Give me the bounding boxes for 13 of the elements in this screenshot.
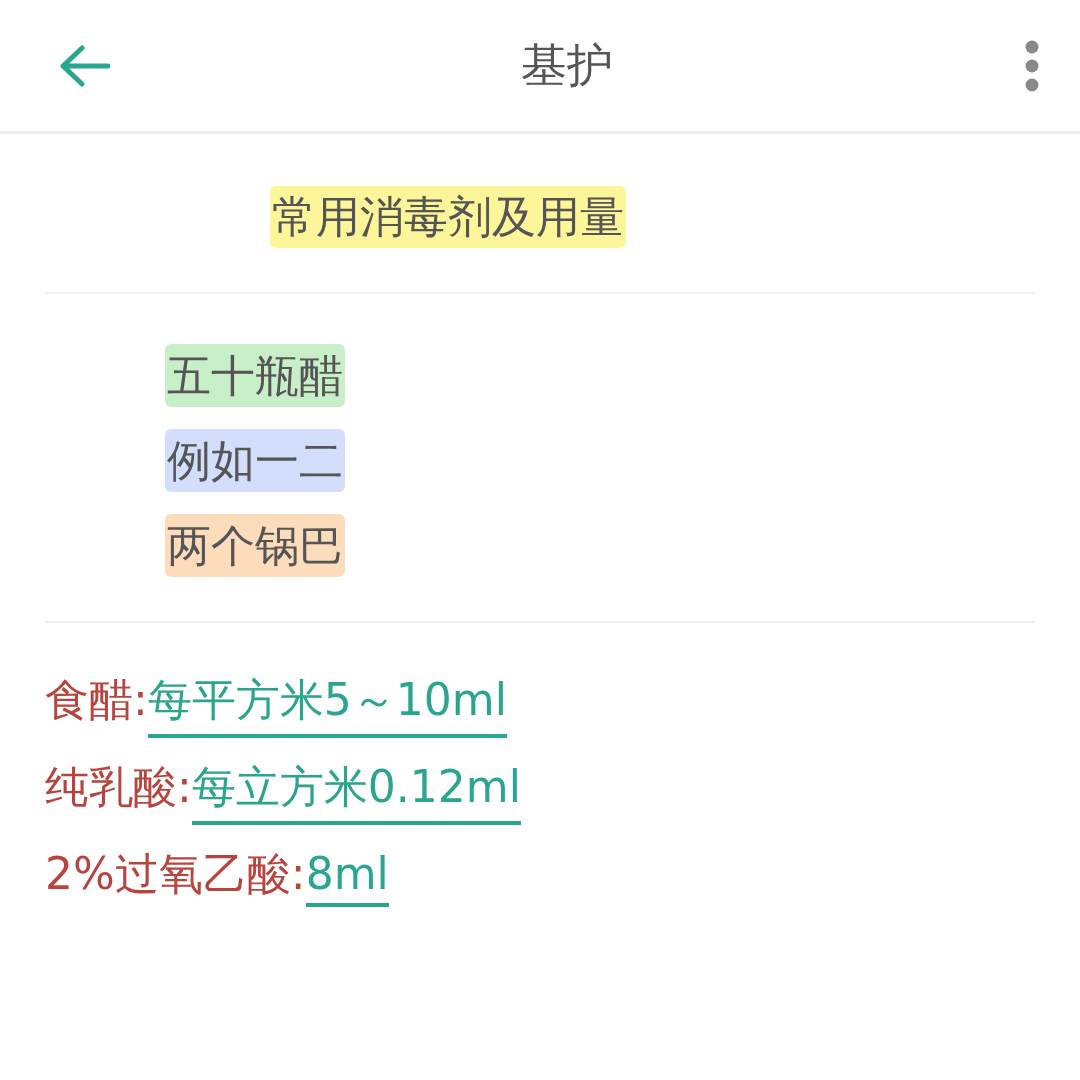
dosage-value: 8ml: [305, 848, 389, 907]
back-arrow-icon[interactable]: [58, 43, 110, 88]
disinfectant-name: 纯乳酸:: [45, 760, 192, 814]
highlighted-text: 五十瓶醋: [165, 344, 345, 407]
dosage-value: 每平方米5～10ml: [147, 671, 507, 738]
highlighted-text: 两个锅巴: [165, 514, 345, 577]
disinfectant-name: 食醋:: [45, 673, 148, 727]
disinfectant-name: 2%过氧乙酸:: [45, 847, 306, 901]
highlighted-text: 例如一二: [165, 429, 345, 492]
more-menu-icon[interactable]: [1024, 39, 1040, 92]
highlighted-heading: 常用消毒剂及用量: [270, 186, 626, 248]
dosage-value: 每立方米0.12ml: [191, 758, 521, 825]
page-title: 基护: [521, 36, 613, 94]
